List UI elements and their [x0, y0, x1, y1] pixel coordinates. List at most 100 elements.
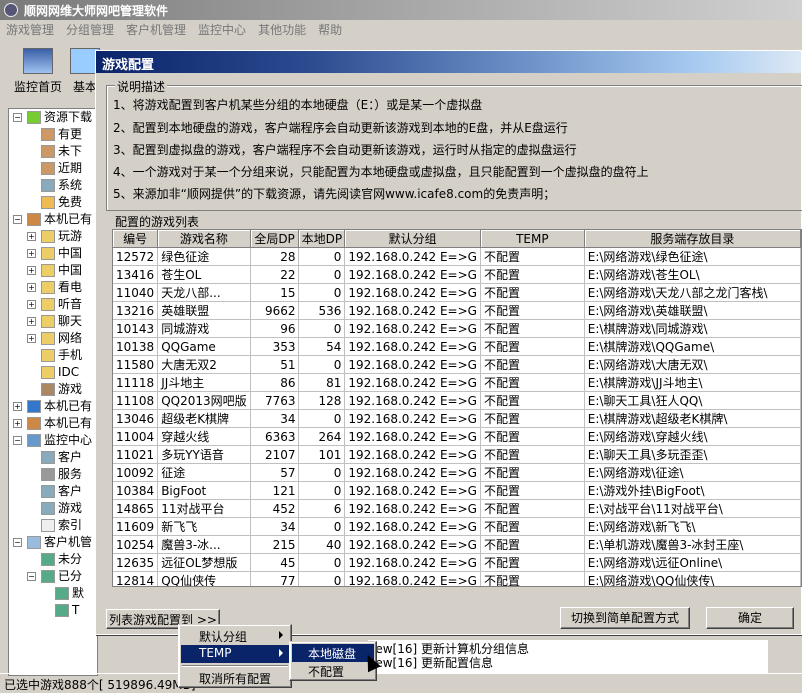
table-row[interactable]: 14865 11对战平台 452 6 192.168.0.242 E=>G 不配置 E:\对… — [113, 499, 801, 518]
collapse-icon[interactable]: − — [13, 436, 22, 445]
table-row[interactable]: 10254 魔兽3-冰... 215 40 192.168.0.242 E=>G 不配置 E… — [113, 535, 801, 554]
table-row[interactable]: 12635 远征OL梦想版 45 0 192.168.0.242 E=>G 不配置 E:\网… — [113, 553, 801, 572]
table-cell: 不配置 — [480, 535, 585, 554]
tree-item[interactable]: + 聊天 — [9, 313, 97, 330]
menu-other[interactable]: 其他功能 — [252, 20, 312, 38]
tree-item[interactable]: 有更 — [9, 126, 97, 143]
table-row[interactable]: 11609 新飞飞 34 0 192.168.0.242 E=>G 不配置 E:\网络游戏\… — [113, 517, 801, 536]
menu-item-cancel-all[interactable]: 取消所有配置 — [181, 669, 289, 687]
tree-item[interactable]: 服务 — [9, 466, 97, 483]
column-header[interactable]: 游戏名称 — [157, 230, 251, 248]
folder-icon — [41, 332, 55, 345]
tree-item[interactable]: − 资源下载 — [9, 109, 97, 126]
tree-item[interactable]: + 网络 — [9, 330, 97, 347]
table-row[interactable]: 11040 天龙八部... 15 0 192.168.0.242 E=>G 不配置 E:\网… — [113, 283, 801, 302]
column-header[interactable]: 默认分组 — [344, 230, 481, 248]
column-header[interactable]: 编号 — [113, 230, 159, 248]
tree-item[interactable]: − 已分 — [9, 568, 97, 585]
menu-monitor[interactable]: 监控中心 — [192, 20, 252, 38]
tree-item[interactable]: 游戏 — [9, 381, 97, 398]
table-cell: 81 — [298, 373, 346, 392]
table-row[interactable]: 11004 穿越火线 6363 264 192.168.0.242 E=>G 不配置 E:\… — [113, 427, 801, 446]
expand-icon[interactable]: + — [27, 249, 36, 258]
expand-icon[interactable]: + — [27, 283, 36, 292]
table-row[interactable]: 10092 征途 57 0 192.168.0.242 E=>G 不配置 E:\网络游戏\征… — [113, 463, 801, 482]
column-header[interactable]: 服务端存放目录 — [584, 230, 801, 248]
expand-icon[interactable]: + — [13, 402, 22, 411]
column-header[interactable]: 全局DP — [250, 230, 300, 248]
collapse-icon[interactable]: − — [13, 113, 22, 122]
expand-icon[interactable]: + — [13, 419, 22, 428]
table-row[interactable]: 12572 绿色征途 28 0 192.168.0.242 E=>G 不配置 E:\网络游戏… — [113, 247, 801, 266]
table-row[interactable]: 13046 超级老K棋牌 34 0 192.168.0.242 E=>G 不配置 E:\棋牌… — [113, 409, 801, 428]
collapse-icon[interactable]: − — [13, 538, 22, 547]
menu-group-manage[interactable]: 分组管理 — [60, 20, 120, 38]
resource-tree[interactable]: − 资源下载 有更 未下 近期 系统 免费 − 本机已有 + 玩游 + 中国 + 中国 + 看电 + 听音 + 聊天 + 网… — [8, 108, 98, 676]
table-cell: 86 — [250, 373, 300, 392]
tree-item[interactable]: IDC — [9, 364, 97, 381]
expand-icon[interactable]: + — [27, 334, 36, 343]
expand-icon[interactable]: + — [27, 266, 36, 275]
table-row[interactable]: 12814 QQ仙侠传 77 0 192.168.0.242 E=>G 不配置 E:\网络游… — [113, 571, 801, 586]
tree-item[interactable]: + 中国 — [9, 245, 97, 262]
tree-item-label: 客户 — [58, 484, 83, 498]
table-row[interactable]: 11580 大唐无双2 51 0 192.168.0.242 E=>G 不配置 E:\网络游… — [113, 355, 801, 374]
expand-icon[interactable]: + — [27, 317, 36, 326]
collapse-icon[interactable]: − — [27, 572, 36, 581]
table-row[interactable]: 13216 英雄联盟 9662 536 192.168.0.242 E=>G 不配置 E:\… — [113, 301, 801, 320]
tree-item[interactable]: 未分 — [9, 551, 97, 568]
table-row[interactable]: 10143 同城游戏 96 0 192.168.0.242 E=>G 不配置 E:\棋牌游戏… — [113, 319, 801, 338]
app-logo-icon — [4, 3, 18, 17]
tree-item-label: 听音 — [58, 297, 83, 311]
table-row[interactable]: 13416 苍生OL 22 0 192.168.0.242 E=>G 不配置 E:\网络游戏… — [113, 265, 801, 284]
tree-item[interactable]: − 监控中心 — [9, 432, 97, 449]
tree-item[interactable]: 客户 — [9, 483, 97, 500]
toolbar-monitor-home-button[interactable]: 监控首页 — [8, 48, 68, 95]
menu-game-manage[interactable]: 游戏管理 — [0, 20, 60, 38]
menu-item-default-group[interactable]: 默认分组 — [181, 627, 289, 645]
brush-icon — [41, 383, 55, 396]
ie-icon — [27, 400, 41, 413]
tree-item[interactable]: 客户 — [9, 449, 97, 466]
expand-icon[interactable]: + — [27, 300, 36, 309]
tree-item[interactable]: 索引 — [9, 517, 97, 534]
menu-client-manage[interactable]: 客户机管理 — [120, 20, 192, 38]
menu-help[interactable]: 帮助 — [312, 20, 348, 38]
table-row[interactable]: 11108 QQ2013网吧版 7763 128 192.168.0.242 E=>G 不… — [113, 391, 801, 410]
ok-button[interactable]: 确定 — [706, 607, 794, 629]
column-header[interactable]: 本地DP — [298, 230, 346, 248]
monitor-chart-icon — [23, 48, 53, 74]
collapse-icon[interactable]: − — [13, 215, 22, 224]
column-header[interactable]: TEMP — [480, 230, 585, 248]
submenu-item-no-config[interactable]: 不配置 — [292, 662, 374, 680]
table-row[interactable]: 10138 QQGame 353 54 192.168.0.242 E=>G 不配置 E:\… — [113, 337, 801, 356]
app-title-bar: 顺网网维大师网吧管理软件 — [0, 0, 802, 20]
tree-item[interactable]: 默 — [9, 585, 97, 602]
table-row[interactable]: 10384 BigFoot 121 0 192.168.0.242 E=>G 不配置 E:\… — [113, 481, 801, 500]
tree-item[interactable]: 免费 — [9, 194, 97, 211]
tree-item[interactable]: 手机 — [9, 347, 97, 364]
tree-item[interactable]: 近期 — [9, 160, 97, 177]
table-cell: 353 — [250, 337, 300, 356]
tree-item[interactable]: 系统 — [9, 177, 97, 194]
expand-icon[interactable]: + — [27, 232, 36, 241]
tree-item[interactable]: − 客户机管 — [9, 534, 97, 551]
folder-icon — [41, 264, 55, 277]
tree-item[interactable]: + 中国 — [9, 262, 97, 279]
tree-item[interactable]: + 看电 — [9, 279, 97, 296]
tree-item[interactable]: T — [9, 602, 97, 619]
tree-item[interactable]: 未下 — [9, 143, 97, 160]
table-row[interactable]: 11021 多玩YY语音 2107 101 192.168.0.242 E=>G 不配置 E… — [113, 445, 801, 464]
game-list-grid[interactable]: 编号 游戏名称 全局DP 本地DP 默认分组 TEMP 服务端存放目录 12572 绿色征途 2… — [112, 229, 802, 587]
tree-item[interactable]: + 本机已有 — [9, 415, 97, 432]
tree-item[interactable]: + 听音 — [9, 296, 97, 313]
description-legend: 说明描述 — [115, 78, 168, 95]
tree-item[interactable]: 游戏 — [9, 500, 97, 517]
tree-item[interactable]: + 本机已有 — [9, 398, 97, 415]
tree-item[interactable]: + 玩游 — [9, 228, 97, 245]
table-cell: 192.168.0.242 E=>G — [344, 427, 481, 446]
table-row[interactable]: 11118 JJ斗地主 86 81 192.168.0.242 E=>G 不配置 E:\棋牌… — [113, 373, 801, 392]
switch-simple-config-button[interactable]: 切换到简单配置方式 — [560, 607, 690, 629]
tree-item[interactable]: − 本机已有 — [9, 211, 97, 228]
menu-item-temp[interactable]: TEMP — [181, 645, 289, 663]
